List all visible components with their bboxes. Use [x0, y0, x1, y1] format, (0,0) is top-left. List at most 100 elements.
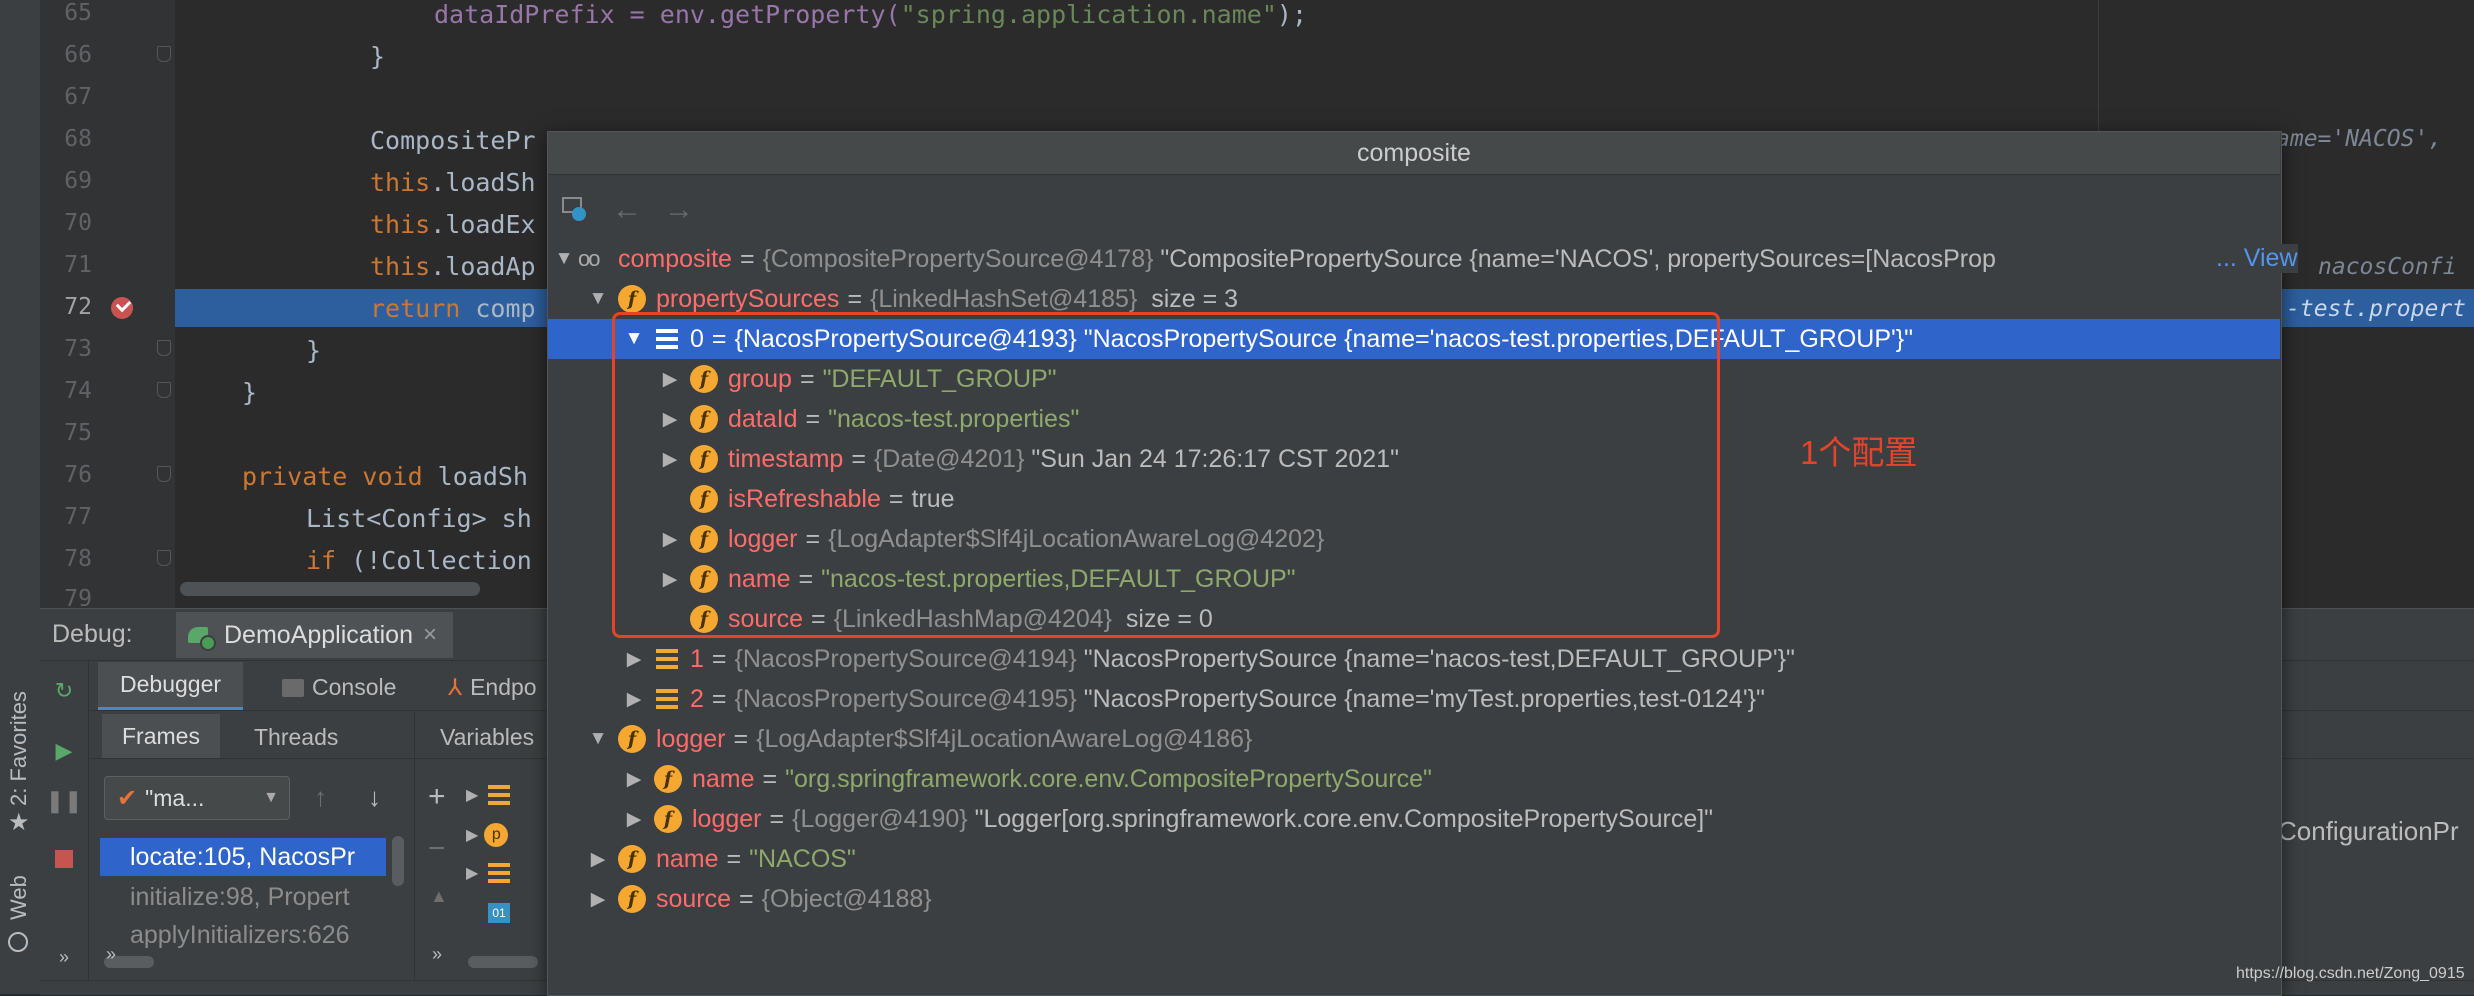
variable-row[interactable]: ▶ — [466, 858, 536, 888]
code-keyword: return — [370, 294, 461, 323]
fold-marker-icon[interactable] — [157, 340, 171, 356]
equals-sign: = — [739, 884, 754, 913]
list-icon — [488, 785, 511, 805]
pause-icon[interactable]: ❚❚ — [46, 786, 83, 816]
tree-row-composite-name[interactable]: ▶ f name = "NACOS" — [548, 839, 2280, 879]
editor-horizontal-scrollbar[interactable] — [180, 582, 480, 596]
expand-icon[interactable]: ▶ — [624, 768, 644, 791]
settings-icon[interactable] — [560, 193, 588, 221]
tab-debugger[interactable]: Debugger — [98, 662, 244, 710]
back-arrow-icon[interactable]: ← — [612, 193, 642, 227]
remove-watch-icon[interactable]: − — [428, 832, 446, 866]
expand-icon[interactable]: ▶ — [588, 848, 608, 871]
tree-row-composite[interactable]: ▼ oo composite = {CompositePropertySource… — [548, 239, 2280, 279]
collapse-icon[interactable]: ▼ — [588, 728, 608, 750]
variable-name: composite — [618, 244, 732, 273]
web-tool-tab[interactable]: Web — [6, 875, 32, 920]
thread-selector[interactable]: ✔ "ma... ▼ — [104, 776, 290, 820]
tree-row-logger-name[interactable]: ▶ f name = "org.springframework.core.env.… — [548, 759, 2280, 799]
frame-item[interactable]: applyInitializers:626 — [100, 918, 386, 952]
code-line-77[interactable]: List<Config> sh — [306, 504, 532, 533]
frame-item[interactable]: initialize:98, Propert — [100, 878, 386, 916]
more-icon[interactable]: » — [106, 944, 116, 965]
popup-title[interactable]: composite — [548, 132, 2280, 175]
code-line-78[interactable]: if (!Collection — [306, 546, 532, 575]
code-line-66[interactable]: } — [370, 42, 385, 71]
variable-type: {NacosPropertySource@4194} — [734, 644, 1077, 673]
expand-icon[interactable]: ▶ — [588, 888, 608, 911]
variable-row[interactable]: 01 — [466, 898, 536, 928]
fold-marker-icon[interactable] — [157, 46, 171, 62]
tab-console[interactable]: Console — [282, 674, 396, 701]
breakpoint-icon[interactable] — [111, 297, 133, 319]
rerun-icon[interactable]: ↻ — [49, 676, 79, 706]
variables-right-text: ConfigurationPr — [2278, 816, 2459, 846]
fold-marker-icon[interactable] — [157, 550, 171, 566]
code-line-70[interactable]: this.loadEx — [370, 210, 536, 239]
field-icon: f — [654, 765, 682, 793]
tab-frames[interactable]: Frames — [102, 714, 220, 758]
variable-name: logger — [692, 804, 762, 833]
spring-app-icon — [186, 621, 216, 651]
tree-row-composite-source[interactable]: ▶ f source = {Object@4188} — [548, 879, 2280, 919]
expand-icon[interactable]: ▶ — [624, 688, 644, 711]
code-line-68[interactable]: CompositePr — [370, 126, 536, 155]
line-number: 75 — [64, 420, 92, 446]
tab-endpoints[interactable]: ⅄ Endpo — [448, 674, 537, 701]
line-number: 76 — [64, 462, 92, 488]
code-line-74[interactable]: } — [242, 378, 257, 407]
move-up-icon[interactable]: ▲ — [430, 886, 448, 907]
variable-row[interactable]: ▶ — [466, 780, 536, 810]
close-icon[interactable]: × — [423, 621, 437, 649]
code-keyword: private void — [242, 462, 423, 491]
code-keyword: this — [370, 168, 431, 197]
console-icon — [282, 678, 304, 697]
code-line-73[interactable]: } — [306, 336, 321, 365]
fold-marker-icon[interactable] — [157, 382, 171, 398]
tree-row-composite-logger[interactable]: ▼ f logger = {LogAdapter$Slf4jLocationAwa… — [548, 719, 2280, 759]
tab-variables[interactable]: Variables — [440, 724, 534, 751]
variable-name: name — [656, 844, 719, 873]
add-watch-icon[interactable]: + — [428, 780, 446, 814]
frame-item[interactable]: locate:105, NacosPr — [100, 838, 386, 876]
check-icon: ✔ — [117, 784, 138, 812]
tree-row-item-1[interactable]: ▶ 1 = {NacosPropertySource@4194} "NacosPr… — [548, 639, 2280, 679]
code-line-76[interactable]: private void loadSh — [242, 462, 528, 491]
arrow-up-icon[interactable]: ↑ — [314, 782, 327, 813]
variable-row[interactable]: ▶ p — [466, 820, 536, 850]
inline-hint: ame='NACOS', — [2276, 126, 2443, 152]
more-icon[interactable]: » — [432, 944, 442, 965]
favorites-tool-tab[interactable]: 2: Favorites — [6, 691, 32, 806]
tab-threads[interactable]: Threads — [254, 724, 338, 751]
variable-value: "org.springframework.core.env.CompositeP… — [785, 764, 1432, 793]
code-line-65[interactable]: dataIdPrefix = env.getProperty("spring.a… — [434, 0, 1307, 29]
stop-icon[interactable] — [49, 844, 79, 874]
code-line-69[interactable]: this.loadSh — [370, 168, 536, 197]
code-keyword: this — [370, 252, 431, 281]
expand-icon[interactable]: ▶ — [624, 648, 644, 671]
debug-session-tab[interactable]: DemoApplication × — [176, 612, 454, 658]
tree-row-logger-logger[interactable]: ▶ f logger = {Logger@4190} "Logger[org.sp… — [548, 799, 2280, 839]
forward-arrow-icon[interactable]: → — [664, 193, 694, 227]
variable-name: 1 — [690, 644, 704, 673]
inline-hint: -test.propert — [2286, 296, 2467, 322]
more-icon[interactable]: » — [49, 942, 79, 972]
variable-value: "NacosPropertySource {name='myTest.prope… — [1083, 684, 1765, 713]
view-link[interactable]: ... View — [2212, 244, 2298, 273]
code-line-72[interactable]: return comp — [370, 294, 536, 323]
pane-divider[interactable] — [414, 712, 415, 994]
tree-row-item-2[interactable]: ▶ 2 = {NacosPropertySource@4195} "NacosPr… — [548, 679, 2280, 719]
fold-marker-icon[interactable] — [157, 466, 171, 482]
arrow-down-icon[interactable]: ↓ — [368, 782, 381, 813]
equals-sign: = — [726, 844, 742, 873]
collapse-icon[interactable]: ▼ — [588, 288, 608, 310]
collapse-icon[interactable]: ▼ — [554, 248, 574, 270]
list-item-icon — [656, 689, 678, 709]
frames-scrollbar[interactable] — [392, 836, 404, 886]
variable-type: {NacosPropertySource@4195} — [734, 684, 1077, 713]
code-line-71[interactable]: this.loadAp — [370, 252, 536, 281]
variables-horizontal-scrollbar[interactable] — [468, 956, 538, 968]
resume-icon[interactable]: ▶ — [49, 736, 79, 766]
expand-icon[interactable]: ▶ — [624, 808, 644, 831]
equals-sign: = — [711, 684, 727, 713]
